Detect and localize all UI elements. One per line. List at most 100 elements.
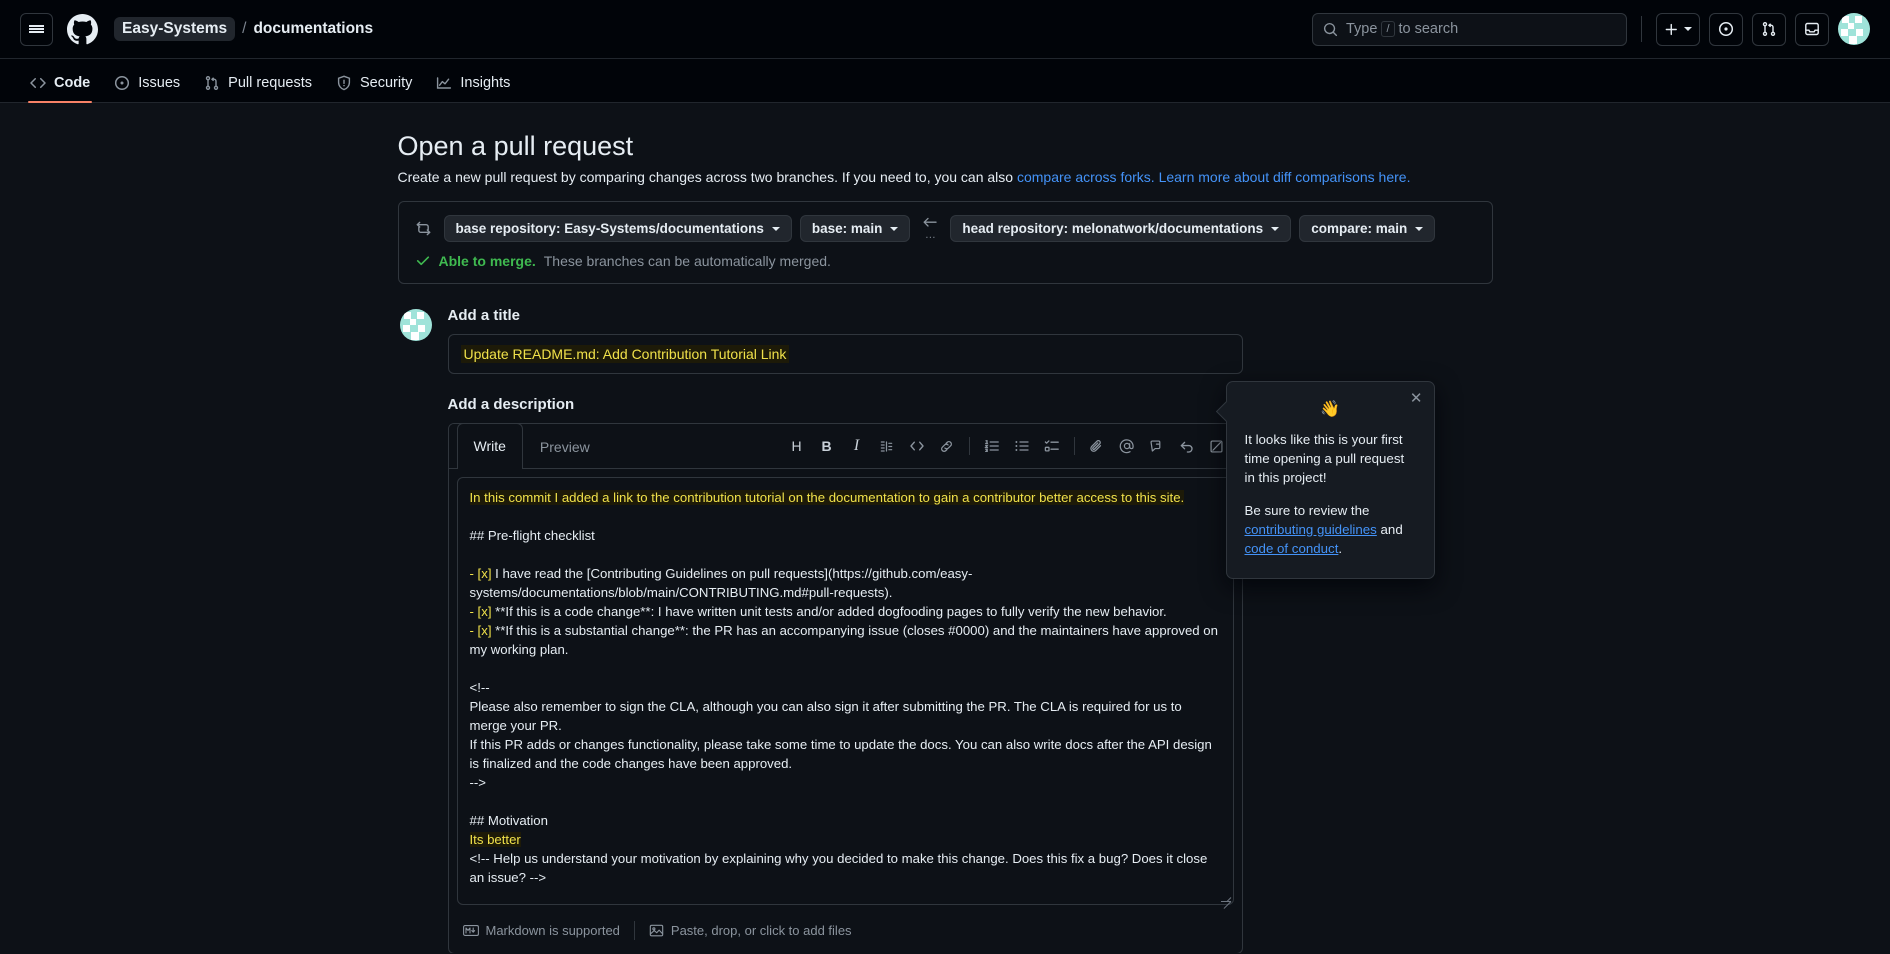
mention-icon[interactable] (1112, 431, 1142, 461)
pr-title-input[interactable]: Update README.md: Add Contribution Tutor… (448, 334, 1243, 374)
tab-preview[interactable]: Preview (523, 424, 607, 469)
compare-branch-label: compare: main (1311, 221, 1407, 236)
heading-icon[interactable]: H (782, 431, 812, 461)
footer-divider (634, 921, 635, 940)
compare-sync-icon (415, 220, 432, 237)
compare-across-forks-link[interactable]: compare across forks. (1017, 169, 1155, 185)
code-icon[interactable] (902, 431, 932, 461)
checklist-mark-3: - [x] (470, 623, 492, 638)
issue-opened-icon (1718, 21, 1734, 37)
merge-status: Able to merge. These branches can be aut… (399, 253, 1492, 283)
editor-footer: Markdown is supported Paste, drop, or cl… (449, 913, 1242, 953)
link-icon[interactable] (932, 431, 962, 461)
code-of-conduct-link[interactable]: code of conduct (1245, 541, 1339, 556)
search-icon (1323, 22, 1338, 37)
plus-icon (1664, 22, 1679, 37)
nav-item-insights[interactable]: Insights (426, 75, 520, 102)
bold-icon[interactable]: B (812, 431, 842, 461)
chevron-down-icon (772, 227, 780, 231)
breadcrumb-separator: / (242, 20, 246, 38)
markdown-toolbar: H B I (782, 431, 1232, 461)
issues-button[interactable] (1709, 13, 1743, 46)
nav-item-security[interactable]: Security (326, 75, 422, 102)
nav-item-code[interactable]: Code (20, 75, 100, 102)
nav-item-pull-requests[interactable]: Pull requests (194, 75, 322, 102)
saved-replies-icon[interactable] (1172, 431, 1202, 461)
repository-nav: Code Issues Pull requests Security Insig… (0, 59, 1890, 103)
create-new-button[interactable] (1656, 13, 1700, 46)
popover-text-suffix: . (1338, 541, 1342, 556)
branch-selector-row: base repository: Easy-Systems/documentat… (399, 202, 1492, 253)
reference-icon[interactable] (1142, 431, 1172, 461)
tab-write-label: Write (474, 438, 506, 454)
attach-files-icon[interactable] (1082, 431, 1112, 461)
image-icon (649, 923, 664, 938)
unordered-list-icon[interactable] (1007, 431, 1037, 461)
hamburger-menu-icon[interactable] (20, 13, 53, 46)
ordered-list-icon[interactable] (977, 431, 1007, 461)
quote-icon[interactable] (872, 431, 902, 461)
tab-write[interactable]: Write (457, 423, 523, 469)
attach-files-dropzone[interactable]: Paste, drop, or click to add files (649, 923, 852, 938)
compare-branch-select[interactable]: compare: main (1299, 215, 1435, 242)
github-logo-icon[interactable] (67, 14, 98, 45)
diff-comparisons-link[interactable]: Learn more about diff comparisons here. (1159, 169, 1411, 185)
description-textarea-wrap: In this commit I added a link to the con… (449, 469, 1242, 913)
notifications-button[interactable] (1795, 13, 1829, 46)
search-slash-key: / (1381, 21, 1394, 37)
chevron-down-icon (1415, 227, 1423, 231)
merge-status-detail: These branches can be automatically merg… (544, 253, 831, 269)
graph-icon (436, 75, 452, 91)
avatar[interactable] (1838, 13, 1870, 45)
tab-preview-label: Preview (540, 439, 590, 455)
toolbar-divider (1074, 437, 1075, 455)
motivation-value: Its better (470, 832, 521, 847)
title-field-label: Add a title (448, 307, 1493, 324)
nav-item-issues[interactable]: Issues (104, 75, 190, 102)
head-repository-select[interactable]: head repository: melonatwork/documentati… (950, 215, 1291, 242)
task-list-icon[interactable] (1037, 431, 1067, 461)
base-repository-select[interactable]: base repository: Easy-Systems/documentat… (444, 215, 792, 242)
base-branch-select[interactable]: base: main (800, 215, 911, 242)
breadcrumb-repo[interactable]: documentations (253, 20, 373, 38)
issue-opened-icon (114, 75, 130, 91)
description-textarea[interactable]: In this commit I added a link to the con… (457, 477, 1234, 905)
head-repository-label: head repository: melonatwork/documentati… (962, 221, 1263, 236)
checklist-mark-2: - [x] (470, 604, 492, 619)
wave-emoji-icon: 👋 (1245, 400, 1416, 419)
checklist-mark-1: - [x] (470, 566, 492, 581)
comment-open: <!-- (470, 680, 490, 695)
contributing-guidelines-link[interactable]: contributing guidelines (1245, 522, 1377, 537)
pull-requests-button[interactable] (1752, 13, 1786, 46)
base-branch-label: base: main (812, 221, 883, 236)
code-icon (30, 75, 46, 91)
pr-title-value: Update README.md: Add Contribution Tutor… (461, 345, 790, 363)
nav-item-label: Issues (138, 75, 180, 91)
nav-item-label: Insights (460, 75, 510, 91)
subtitle-text-1: Create a new pull request by comparing c… (398, 169, 1017, 185)
check-icon (415, 253, 431, 269)
arrow-left-icon: … (922, 216, 938, 241)
popover-text-mid: and (1377, 522, 1403, 537)
chevron-down-icon (1684, 27, 1692, 31)
chevron-down-icon (1271, 227, 1279, 231)
attach-files-label: Paste, drop, or click to add files (671, 923, 852, 938)
close-icon[interactable]: ✕ (1410, 391, 1423, 406)
git-pull-request-icon (204, 75, 220, 91)
comment-line-1: Please also remember to sign the CLA, al… (470, 699, 1186, 733)
italic-icon[interactable]: I (842, 431, 872, 461)
first-time-popover: ✕ 👋 It looks like this is your first tim… (1226, 381, 1435, 579)
description-heading-motivation: ## Motivation (470, 813, 548, 828)
checklist-text-1: I have read the [Contributing Guidelines… (470, 566, 973, 600)
global-header: Easy-Systems / documentations Type / to … (0, 0, 1890, 59)
markdown-supported[interactable]: Markdown is supported (463, 923, 620, 938)
description-editor: Write Preview H B I (448, 423, 1243, 953)
breadcrumb-owner[interactable]: Easy-Systems (114, 17, 235, 41)
search-input[interactable]: Type / to search (1312, 13, 1627, 46)
avatar (400, 309, 432, 341)
nav-item-label: Security (360, 75, 412, 91)
popover-paragraph-1: It looks like this is your first time op… (1245, 430, 1416, 487)
comment-line-2: If this PR adds or changes functionality… (470, 737, 1216, 771)
motivation-comment: <!-- Help us understand your motivation … (470, 851, 1211, 885)
markdown-supported-label: Markdown is supported (486, 923, 620, 938)
